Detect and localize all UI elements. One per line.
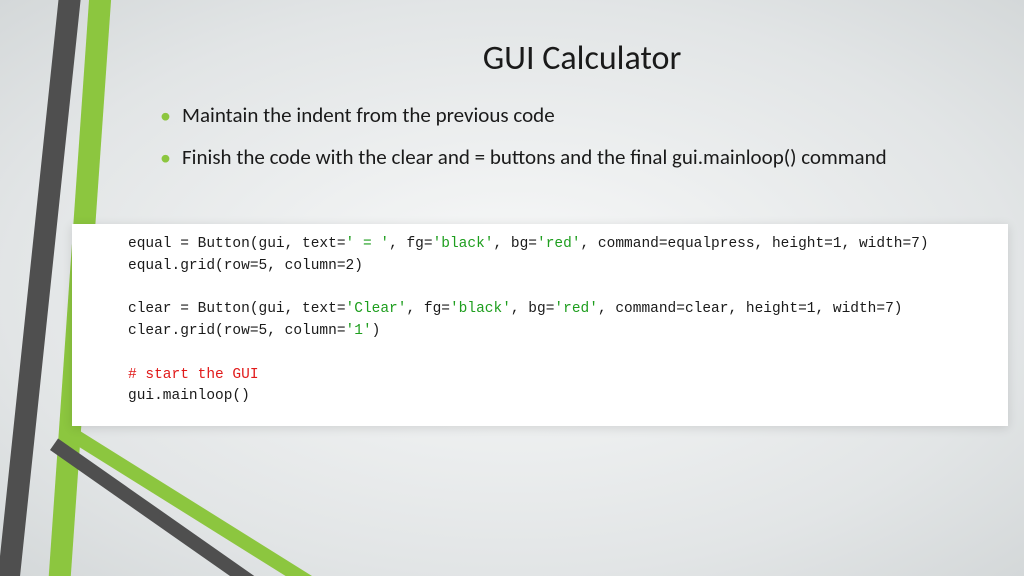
code-comment: # start the GUI [128, 367, 259, 383]
decor-bar-green-small [68, 428, 415, 576]
code-text: , command=clear, height=1, width=7) [598, 301, 903, 317]
code-string: 'red' [537, 236, 581, 252]
code-string: ' = ' [346, 236, 390, 252]
code-text: equal = Button(gui, text= [128, 236, 346, 252]
bullet-list: Maintain the indent from the previous co… [0, 79, 1024, 172]
code-block: equal = Button(gui, text=' = ', fg='blac… [72, 224, 1008, 426]
code-text: clear.grid(row=5, column= [128, 323, 346, 339]
code-text: , fg= [406, 301, 450, 317]
code-text: , bg= [511, 301, 555, 317]
code-string: 'black' [433, 236, 494, 252]
code-text: , fg= [389, 236, 433, 252]
slide-title: GUI Calculator [0, 0, 1024, 79]
list-item: Maintain the indent from the previous co… [160, 101, 944, 129]
code-text: , bg= [494, 236, 538, 252]
code-text: equal.grid(row=5, column=2) [128, 258, 363, 274]
code-string: 'red' [554, 301, 598, 317]
code-string: 'black' [450, 301, 511, 317]
list-item: Finish the code with the clear and = but… [160, 143, 944, 171]
code-string: '1' [346, 323, 372, 339]
code-text: , command=equalpress, height=1, width=7) [581, 236, 929, 252]
code-text: clear = Button(gui, text= [128, 301, 346, 317]
code-string: 'Clear' [346, 301, 407, 317]
code-text: gui.mainloop() [128, 388, 250, 404]
code-text: ) [372, 323, 381, 339]
